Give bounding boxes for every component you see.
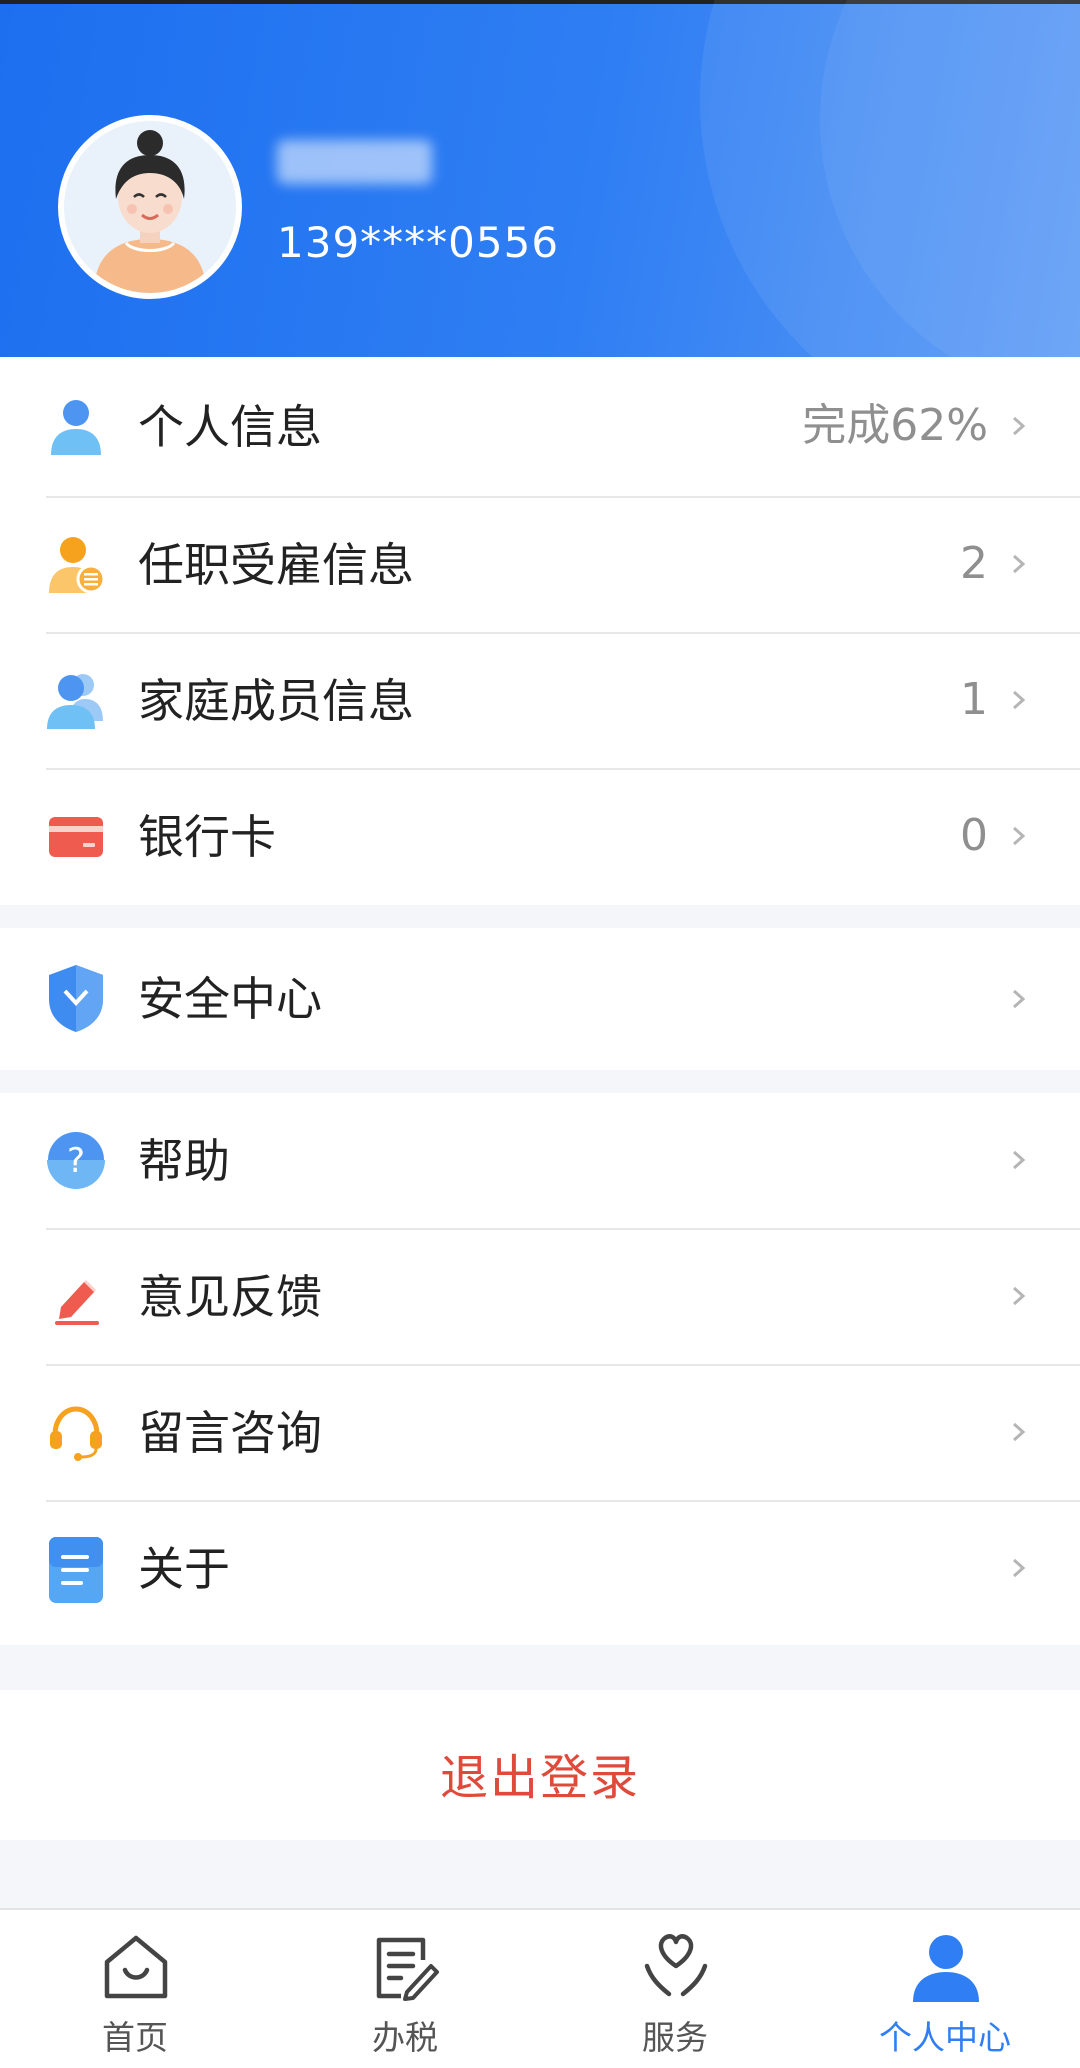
menu-item-employment-info[interactable]: 任职受雇信息 2: [0, 497, 1080, 633]
chevron-right-icon: [1013, 989, 1026, 1009]
headset-icon: [50, 1406, 102, 1461]
profile-icon: [913, 1935, 979, 2002]
tab-label: 服务: [642, 2018, 708, 2057]
avatar[interactable]: [58, 115, 242, 299]
document-icon: [49, 1537, 103, 1603]
menu-item-bank-card[interactable]: 银行卡 0: [0, 769, 1080, 905]
menu-item-label: 个人信息: [138, 400, 322, 454]
bank-card-icon: [49, 817, 103, 857]
menu-item-label: 帮助: [138, 1134, 230, 1188]
bank-card-count: 0: [960, 810, 988, 861]
menu-item-label: 关于: [138, 1542, 230, 1596]
tab-tax[interactable]: 办税: [270, 1910, 540, 2068]
menu-item-consultation[interactable]: 留言咨询: [0, 1365, 1080, 1501]
menu-item-security-center[interactable]: 安全中心: [0, 928, 1080, 1070]
menu-item-label: 留言咨询: [138, 1406, 322, 1460]
menu-item-feedback[interactable]: 意见反馈: [0, 1229, 1080, 1365]
logout-button[interactable]: 退出登录: [0, 1690, 1080, 1840]
tax-form-icon: [376, 1937, 439, 2001]
family-count: 1: [960, 674, 988, 725]
family-icon: [47, 674, 103, 729]
tab-label: 首页: [102, 2018, 168, 2057]
service-heart-icon: [644, 1934, 708, 1997]
chevron-right-icon: [1013, 416, 1026, 436]
chevron-right-icon: [1013, 1558, 1026, 1578]
menu-item-label: 安全中心: [138, 972, 322, 1026]
home-icon: [104, 1935, 168, 1999]
menu-item-about[interactable]: 关于: [0, 1501, 1080, 1637]
security-group: 安全中心: [0, 928, 1080, 1070]
employment-count: 2: [960, 538, 988, 589]
menu-item-help[interactable]: ? 帮助: [0, 1093, 1080, 1229]
chevron-right-icon: [1013, 826, 1026, 846]
menu-item-label: 任职受雇信息: [138, 538, 414, 592]
svg-text:?: ?: [67, 1141, 85, 1181]
menu-item-personal-info[interactable]: 个人信息 完成62%: [0, 357, 1080, 497]
user-phone: 139****0556: [277, 218, 560, 267]
support-group: ? 帮助 意见反馈 留言咨询 关于: [0, 1093, 1080, 1645]
chevron-right-icon: [1013, 1150, 1026, 1170]
employment-icon: [49, 537, 105, 593]
logout-label: 退出登录: [439, 1750, 640, 1806]
menu-item-family-info[interactable]: 家庭成员信息 1: [0, 633, 1080, 769]
shield-icon: [49, 965, 103, 1032]
user-icon: [51, 400, 101, 455]
woman-avatar-icon: [64, 121, 236, 293]
tab-home[interactable]: 首页: [0, 1910, 270, 2068]
feedback-pen-icon: [55, 1279, 99, 1325]
tab-label: 办税: [372, 2018, 438, 2057]
chevron-right-icon: [1013, 690, 1026, 710]
completion-value: 完成62%: [802, 400, 988, 451]
menu-item-label: 意见反馈: [138, 1270, 322, 1324]
chevron-right-icon: [1013, 554, 1026, 574]
menu-item-label: 家庭成员信息: [138, 674, 414, 728]
tab-profile[interactable]: 个人中心: [810, 1910, 1080, 2068]
chevron-right-icon: [1013, 1286, 1026, 1306]
tab-service[interactable]: 服务: [540, 1910, 810, 2068]
chevron-right-icon: [1013, 1422, 1026, 1442]
user-name: [277, 140, 432, 184]
tab-label: 个人中心: [879, 2018, 1011, 2057]
bottom-tab-bar: 首页 办税 服务 个人中心: [0, 1908, 1080, 2068]
profile-header: 139****0556: [0, 0, 1080, 357]
help-icon: ?: [47, 1132, 105, 1189]
personal-info-group: 个人信息 完成62% 任职受雇信息 2 家庭成员信息 1 银行卡 0: [0, 357, 1080, 905]
menu-item-label: 银行卡: [138, 810, 276, 864]
